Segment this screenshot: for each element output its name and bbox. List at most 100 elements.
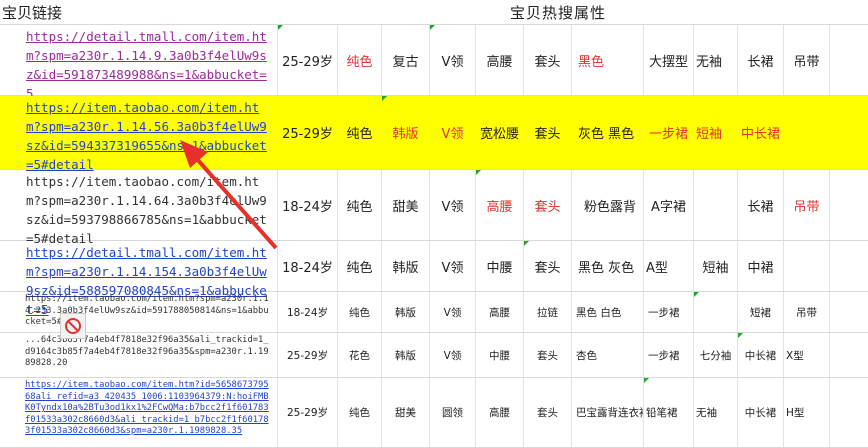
cell-age[interactable]: 18-24岁: [278, 170, 338, 240]
product-link[interactable]: https://detail.tmall.com/item.htm?spm=a2…: [0, 241, 278, 317]
comment-marker: [738, 333, 743, 338]
cell-color[interactable]: 巴宝露背连衣裙: [572, 378, 644, 447]
cell-strap[interactable]: X型: [784, 333, 830, 377]
product-link-text[interactable]: https://detail.tmall.com/item.htm?spm=a2…: [26, 27, 273, 103]
cell-wear[interactable]: 套头: [524, 241, 572, 291]
table-row: https://item.taobao.com/item.htm?spm=a23…: [0, 292, 868, 333]
cell-style[interactable]: 甜美: [382, 170, 430, 240]
cell-color[interactable]: 粉色露背: [572, 170, 644, 240]
cell-wear[interactable]: 套头: [524, 96, 572, 169]
cell-age[interactable]: 25-29岁: [278, 25, 338, 95]
cell-strap[interactable]: 吊带: [784, 292, 830, 332]
cell-strap[interactable]: H型: [784, 378, 830, 447]
product-link[interactable]: https://item.taobao.com/item.htm?spm=a23…: [0, 170, 278, 246]
cell-color-type[interactable]: 纯色: [338, 96, 382, 169]
cell-wear[interactable]: 套头: [524, 170, 572, 240]
cell-color[interactable]: 黑色 灰色: [572, 241, 644, 291]
cell-style[interactable]: 韩版: [382, 292, 430, 332]
cell-waist[interactable]: 高腰: [476, 378, 524, 447]
cell-color-type[interactable]: 纯色: [338, 292, 382, 332]
cell-style[interactable]: 韩版: [382, 333, 430, 377]
cell-color-type[interactable]: 纯色: [338, 378, 382, 447]
cell-style[interactable]: 复古: [382, 25, 430, 95]
cell-sleeve[interactable]: 短袖: [694, 96, 738, 169]
cell-color[interactable]: 杏色: [572, 333, 644, 377]
cell-color-type[interactable]: 花色: [338, 333, 382, 377]
cell-sleeve[interactable]: 无袖: [694, 25, 738, 95]
cell-color[interactable]: 灰色 黑色: [572, 96, 644, 169]
product-link-text[interactable]: https://item.taobao.com/item.htm?id=5658…: [25, 380, 273, 438]
cell-skirt-type[interactable]: 铅笔裙: [644, 378, 694, 447]
product-link-text[interactable]: ...64c3b85f7a4eb4f7818e32f96a35&ali_trac…: [25, 335, 273, 370]
comment-marker: [430, 25, 435, 30]
product-link[interactable]: https://item.taobao.com/item.htm?spm=a23…: [0, 96, 278, 172]
cell-strap[interactable]: [784, 241, 830, 291]
header-link-label: 宝贝链接: [2, 4, 63, 22]
cell-sleeve[interactable]: 七分袖: [694, 333, 738, 377]
cell-strap[interactable]: 吊带: [784, 170, 830, 240]
product-link[interactable]: ...64c3b85f7a4eb4f7818e32f96a35&ali_trac…: [0, 333, 278, 377]
cell-collar[interactable]: V领: [430, 333, 476, 377]
cell-skirt-type[interactable]: 大摆型: [644, 25, 694, 95]
comment-marker: [694, 292, 699, 297]
cell-collar[interactable]: V领: [430, 25, 476, 95]
cell-length[interactable]: 中长裙: [738, 96, 784, 169]
cell-style[interactable]: 韩版: [382, 241, 430, 291]
cell-sleeve[interactable]: 短袖: [694, 241, 738, 291]
cell-age[interactable]: 25-29岁: [278, 96, 338, 169]
cell-skirt-type[interactable]: 一步裙: [644, 292, 694, 332]
cell-age[interactable]: 25-29岁: [278, 378, 338, 447]
cell-wear[interactable]: 拉链: [524, 292, 572, 332]
cell-waist[interactable]: 高腰: [476, 25, 524, 95]
cell-wear[interactable]: 套头: [524, 25, 572, 95]
cell-length[interactable]: 短裙: [738, 292, 784, 332]
product-link[interactable]: https://item.taobao.com/item.htm?id=5658…: [0, 378, 278, 447]
cell-collar[interactable]: V领: [430, 241, 476, 291]
cell-skirt-type[interactable]: A字裙: [644, 170, 694, 240]
cell-age[interactable]: 25-29岁: [278, 333, 338, 377]
product-link-text[interactable]: https://item.taobao.com/item.htm?spm=a23…: [26, 98, 273, 174]
cell-waist[interactable]: 中腰: [476, 333, 524, 377]
comment-marker: [644, 378, 649, 383]
cell-strap[interactable]: 吊带: [784, 25, 830, 95]
cell-collar[interactable]: V领: [430, 170, 476, 240]
table-row: https://item.taobao.com/item.htm?id=5658…: [0, 378, 868, 448]
cell-wear[interactable]: 套头: [524, 378, 572, 447]
product-link[interactable]: https://detail.tmall.com/item.htm?spm=a2…: [0, 25, 278, 101]
cell-wear[interactable]: 套头: [524, 333, 572, 377]
product-link-text[interactable]: https://item.taobao.com/item.htm?spm=a23…: [26, 172, 273, 248]
cell-color-type[interactable]: 纯色: [338, 25, 382, 95]
comment-marker: [278, 25, 283, 30]
cell-sleeve[interactable]: [694, 170, 738, 240]
cell-sleeve[interactable]: [694, 292, 738, 332]
cell-collar[interactable]: V领: [430, 292, 476, 332]
cell-length[interactable]: 长裙: [738, 25, 784, 95]
header-attributes-label: 宝贝热搜属性: [510, 4, 607, 22]
cell-length[interactable]: 长裙: [738, 170, 784, 240]
cell-sleeve[interactable]: 无袖: [694, 378, 738, 447]
cell-skirt-type[interactable]: A型: [644, 241, 694, 291]
cell-strap[interactable]: [784, 96, 830, 169]
cell-color[interactable]: 黑色 白色: [572, 292, 644, 332]
cell-waist[interactable]: 高腰: [476, 170, 524, 240]
product-link[interactable]: https://item.taobao.com/item.htm?spm=a23…: [0, 292, 278, 332]
cell-waist[interactable]: 高腰: [476, 292, 524, 332]
cell-collar[interactable]: V领: [430, 96, 476, 169]
cell-waist[interactable]: 宽松腰: [476, 96, 524, 169]
cell-color-type[interactable]: 纯色: [338, 170, 382, 240]
table-row: https://detail.tmall.com/item.htm?spm=a2…: [0, 25, 868, 101]
cell-color[interactable]: 黑色: [572, 25, 644, 95]
cell-waist[interactable]: 中腰: [476, 241, 524, 291]
cell-style[interactable]: 韩版: [382, 96, 430, 169]
cell-age[interactable]: 18-24岁: [278, 241, 338, 291]
cell-length[interactable]: 中裙: [738, 241, 784, 291]
cell-length[interactable]: 中长裙: [738, 378, 784, 447]
cell-age[interactable]: 18-24岁: [278, 292, 338, 332]
cell-skirt-type[interactable]: 一步裙: [644, 333, 694, 377]
cell-collar[interactable]: 圆领: [430, 378, 476, 447]
table-row-highlighted: https://item.taobao.com/item.htm?spm=a23…: [0, 96, 868, 172]
cell-style[interactable]: 甜美: [382, 378, 430, 447]
cell-color-type[interactable]: 纯色: [338, 241, 382, 291]
cell-length[interactable]: 中长裙: [738, 333, 784, 377]
cell-skirt-type[interactable]: 一步裙: [644, 96, 694, 169]
